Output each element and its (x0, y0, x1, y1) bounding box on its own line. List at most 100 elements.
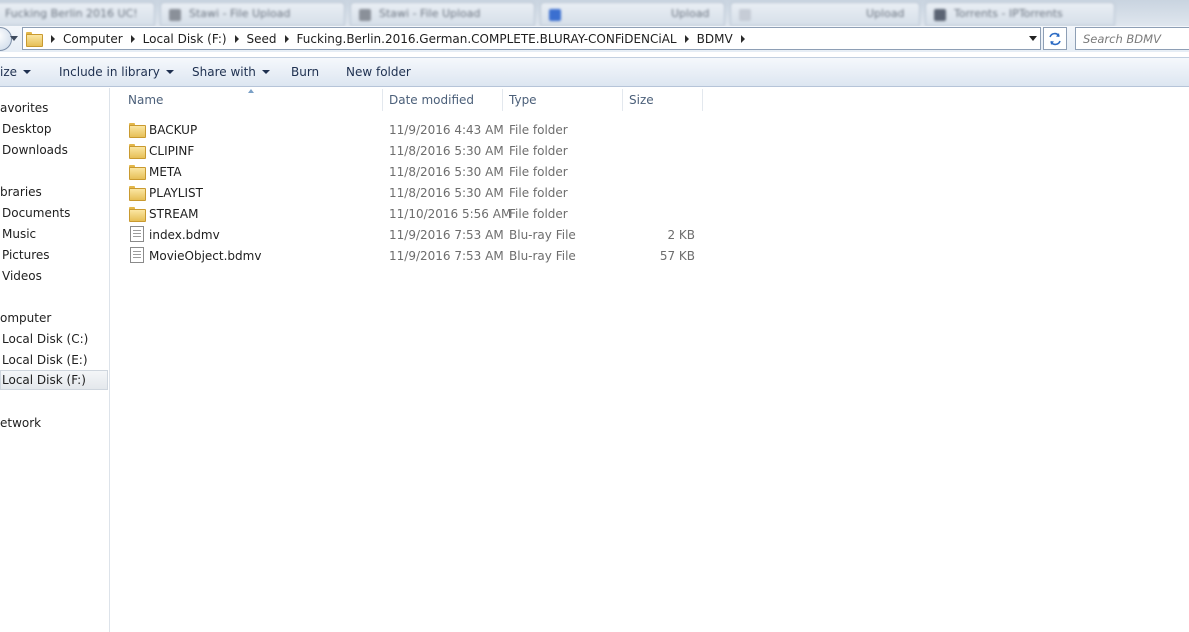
nav-music[interactable]: Music (2, 224, 36, 244)
file-size: 57 KB (659, 248, 695, 263)
breadcrumb-bdmv[interactable]: BDMV (697, 32, 733, 46)
tab-favicon-icon (359, 9, 371, 21)
navigation-pane: avorites Desktop Downloads braries Docum… (0, 88, 110, 632)
column-divider[interactable] (702, 89, 703, 111)
burn-label: Burn (291, 65, 320, 79)
address-dropdown-icon[interactable] (1029, 36, 1037, 41)
tab-favicon-icon (169, 9, 181, 21)
file-date: 11/8/2016 5:30 AM (389, 185, 504, 200)
share-with-button[interactable]: Share with (192, 65, 270, 79)
breadcrumb-separator-icon[interactable] (284, 34, 289, 43)
include-in-library-button[interactable]: Include in library (59, 65, 174, 79)
breadcrumb-separator-icon[interactable] (740, 34, 745, 43)
file-name: META (149, 164, 182, 179)
tab-title: Upload (671, 7, 710, 20)
column-header-type[interactable]: Type (509, 88, 537, 112)
organize-button[interactable]: ize (0, 65, 32, 79)
new-folder-button[interactable]: New folder (346, 65, 411, 79)
nav-computer[interactable]: omputer (0, 308, 51, 328)
breadcrumb-seed[interactable]: Seed (247, 32, 277, 46)
refresh-button[interactable] (1043, 27, 1067, 50)
breadcrumb-separator-icon[interactable] (51, 34, 55, 43)
tab-title: Upload (866, 7, 905, 20)
browser-tab[interactable]: Upload (730, 2, 920, 26)
nav-libraries[interactable]: braries (0, 182, 42, 202)
organize-label: ize (0, 65, 18, 79)
tab-title: Stawi - File Upload (189, 7, 291, 20)
file-type: File folder (509, 185, 568, 200)
column-header-size[interactable]: Size (629, 88, 654, 112)
file-type: File folder (509, 206, 568, 221)
file-type: Blu-ray File (509, 248, 576, 263)
file-type: File folder (509, 164, 568, 179)
file-name: PLAYLIST (149, 185, 203, 200)
nav-videos[interactable]: Videos (2, 266, 42, 286)
nav-favorites[interactable]: avorites (0, 98, 48, 118)
browser-tab[interactable]: Fucking Berlin 2016 UC! (0, 2, 155, 26)
file-type: File folder (509, 122, 568, 137)
nav-disk-c[interactable]: Local Disk (C:) (2, 329, 88, 349)
command-bar: ize Include in library Share with Burn N… (0, 57, 1189, 87)
breadcrumb-separator-icon[interactable] (130, 34, 135, 43)
address-bar[interactable]: Computer Local Disk (F:) Seed Fucking.Be… (22, 27, 1041, 50)
file-row[interactable]: PLAYLIST 11/8/2016 5:30 AM File folder (125, 182, 705, 203)
file-date: 11/8/2016 5:30 AM (389, 164, 504, 179)
file-row[interactable]: BACKUP 11/9/2016 4:43 AM File folder (125, 119, 705, 140)
burn-button[interactable]: Burn (291, 65, 319, 79)
folder-icon (26, 32, 43, 47)
column-header-date-modified[interactable]: Date modified (389, 88, 474, 112)
recent-pages-dropdown-icon[interactable] (10, 36, 18, 41)
tab-title: Torrents - IPTorrents (954, 7, 1063, 20)
folder-icon (129, 207, 146, 222)
chevron-down-icon (261, 70, 270, 74)
chevron-down-icon (165, 70, 174, 74)
file-name: STREAM (149, 206, 199, 221)
file-row[interactable]: index.bdmv 11/9/2016 7:53 AM Blu-ray Fil… (125, 224, 705, 245)
browser-tab[interactable]: Stawi - File Upload (350, 2, 535, 26)
file-row[interactable]: META 11/8/2016 5:30 AM File folder (125, 161, 705, 182)
file-name: index.bdmv (149, 227, 220, 242)
file-row[interactable]: MovieObject.bdmv 11/9/2016 7:53 AM Blu-r… (125, 245, 705, 266)
column-divider[interactable] (502, 89, 503, 111)
new-folder-label: New folder (346, 65, 411, 79)
breadcrumb-computer[interactable]: Computer (63, 32, 123, 46)
folder-icon (129, 123, 146, 138)
folder-icon (129, 186, 146, 201)
breadcrumb-separator-icon[interactable] (684, 34, 689, 43)
breadcrumb: Computer Local Disk (F:) Seed Fucking.Be… (23, 28, 753, 49)
file-size: 2 KB (667, 227, 695, 242)
browser-tab[interactable]: Torrents - IPTorrents (925, 2, 1115, 26)
tab-favicon-icon (934, 9, 946, 21)
tab-title: Stawi - File Upload (379, 7, 481, 20)
file-date: 11/10/2016 5:56 AM (389, 206, 512, 221)
browser-tab[interactable]: Upload (540, 2, 725, 26)
nav-disk-e[interactable]: Local Disk (E:) (2, 350, 88, 370)
column-divider[interactable] (622, 89, 623, 111)
address-row: Computer Local Disk (F:) Seed Fucking.Be… (0, 26, 1189, 52)
nav-desktop[interactable]: Desktop (2, 119, 52, 139)
nav-disk-f[interactable]: Local Disk (F:) (0, 370, 108, 390)
file-date: 11/9/2016 7:53 AM (389, 248, 504, 263)
folder-icon (129, 165, 146, 180)
nav-pictures[interactable]: Pictures (2, 245, 50, 265)
tab-favicon-icon (739, 9, 751, 21)
nav-downloads[interactable]: Downloads (2, 140, 68, 160)
file-name: MovieObject.bdmv (149, 248, 262, 263)
file-row[interactable]: CLIPINF 11/8/2016 5:30 AM File folder (125, 140, 705, 161)
nav-documents[interactable]: Documents (2, 203, 70, 223)
column-header-name[interactable]: Name (128, 88, 163, 112)
file-date: 11/9/2016 7:53 AM (389, 227, 504, 242)
search-input[interactable]: Search BDMV (1075, 27, 1189, 50)
column-divider[interactable] (382, 89, 383, 111)
nav-network[interactable]: etwork (0, 413, 41, 433)
file-type: Blu-ray File (509, 227, 576, 242)
browser-tab[interactable]: Stawi - File Upload (160, 2, 345, 26)
file-date: 11/9/2016 4:43 AM (389, 122, 504, 137)
tab-favicon-icon (549, 9, 561, 21)
breadcrumb-disk-f[interactable]: Local Disk (F:) (143, 32, 227, 46)
tab-title: Fucking Berlin 2016 UC! (5, 7, 138, 20)
file-row[interactable]: STREAM 11/10/2016 5:56 AM File folder (125, 203, 705, 224)
breadcrumb-release-folder[interactable]: Fucking.Berlin.2016.German.COMPLETE.BLUR… (297, 32, 677, 46)
breadcrumb-separator-icon[interactable] (234, 34, 239, 43)
browser-tab-strip: Fucking Berlin 2016 UC! Stawi - File Upl… (0, 0, 1189, 26)
